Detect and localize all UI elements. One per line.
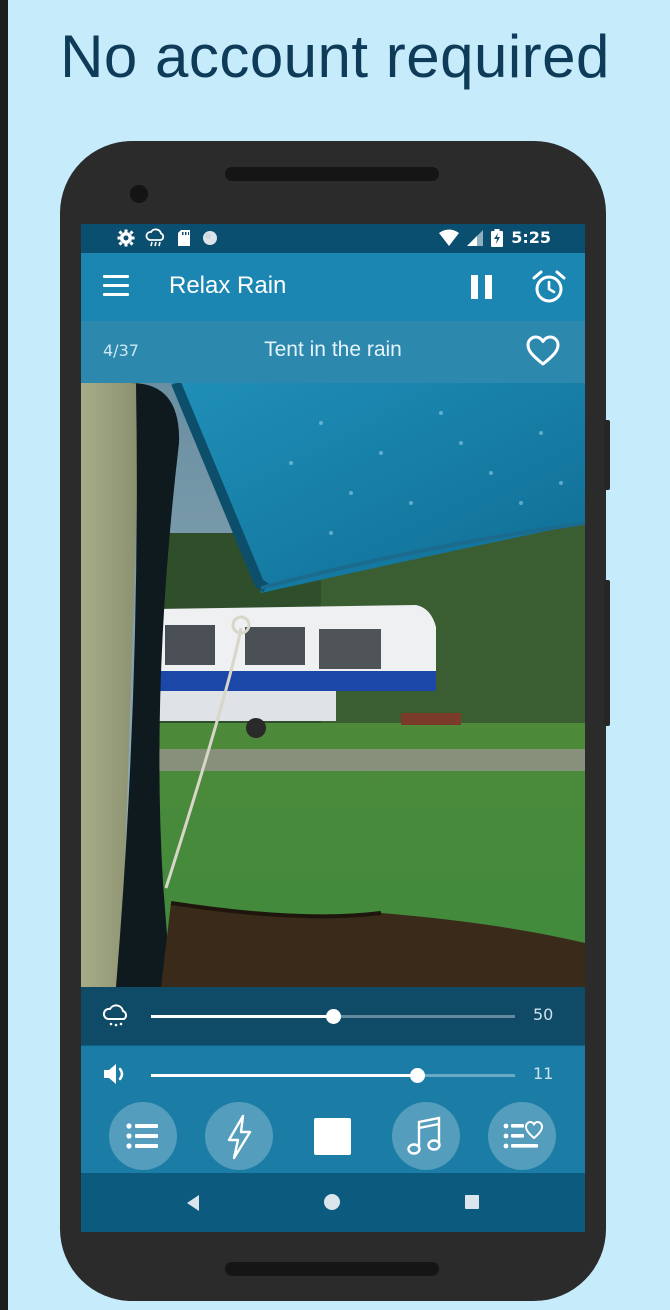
control-panel — [81, 1096, 585, 1173]
app-bar: Relax Rain — [81, 253, 585, 321]
speaker-icon — [104, 1064, 124, 1084]
rain-slider-value: 50 — [533, 1005, 554, 1024]
volume-button — [604, 580, 610, 726]
app-title: Relax Rain — [169, 272, 287, 299]
battery-charging-icon — [491, 228, 504, 247]
home-circle-icon[interactable] — [324, 1194, 340, 1210]
volume-slider-fill — [151, 1074, 417, 1077]
rain-slider-thumb[interactable] — [326, 1009, 341, 1024]
clock-time: 5:25 — [511, 228, 551, 247]
list-icon — [126, 1123, 158, 1149]
pause-icon[interactable] — [471, 275, 493, 299]
rain-notification-icon — [145, 228, 165, 247]
promo-headline: No account required — [60, 23, 610, 90]
rain-slider-fill — [151, 1015, 333, 1018]
wifi-icon — [439, 229, 460, 246]
favorites-list-button[interactable] — [488, 1102, 556, 1170]
volume-slider-value: 11 — [533, 1064, 554, 1083]
circle-status-icon — [203, 231, 217, 245]
front-camera — [130, 185, 148, 203]
volume-slider-thumb[interactable] — [409, 1068, 425, 1083]
rain-intensity-slider: 50 — [81, 987, 585, 1045]
tent-rain-photo — [81, 383, 585, 987]
stop-icon[interactable] — [314, 1118, 351, 1155]
status-bar: 5:25 — [81, 224, 585, 253]
bottom-speaker — [225, 1262, 439, 1276]
phone-screen: 5:25 Relax Rain 4/37 Tent in the rain 50… — [81, 224, 585, 1232]
thunder-button[interactable] — [205, 1102, 273, 1170]
android-nav-bar — [81, 1173, 585, 1232]
favorite-heart-icon[interactable] — [526, 335, 560, 367]
volume-slider-track[interactable] — [151, 1068, 515, 1083]
cell-signal-icon — [467, 229, 484, 246]
favorites-list-icon — [503, 1120, 544, 1149]
track-info-bar: 4/37 Tent in the rain — [81, 321, 585, 383]
top-speaker — [225, 167, 439, 181]
settings-gear-icon — [117, 229, 135, 247]
lightning-icon — [227, 1114, 252, 1160]
recents-square-icon[interactable] — [465, 1195, 479, 1209]
alarm-clock-icon[interactable] — [531, 269, 567, 305]
power-button — [604, 420, 610, 490]
sound-list-button[interactable] — [109, 1102, 177, 1170]
left-edge-strip — [0, 0, 8, 1310]
music-note-icon — [407, 1116, 441, 1155]
music-button[interactable] — [392, 1102, 460, 1170]
back-triangle-icon[interactable] — [185, 1194, 201, 1212]
menu-icon[interactable] — [103, 275, 129, 297]
rain-cloud-icon — [102, 1004, 127, 1027]
rain-slider-track[interactable] — [151, 1009, 515, 1024]
track-name: Tent in the rain — [264, 338, 402, 361]
sd-card-icon — [178, 230, 190, 246]
